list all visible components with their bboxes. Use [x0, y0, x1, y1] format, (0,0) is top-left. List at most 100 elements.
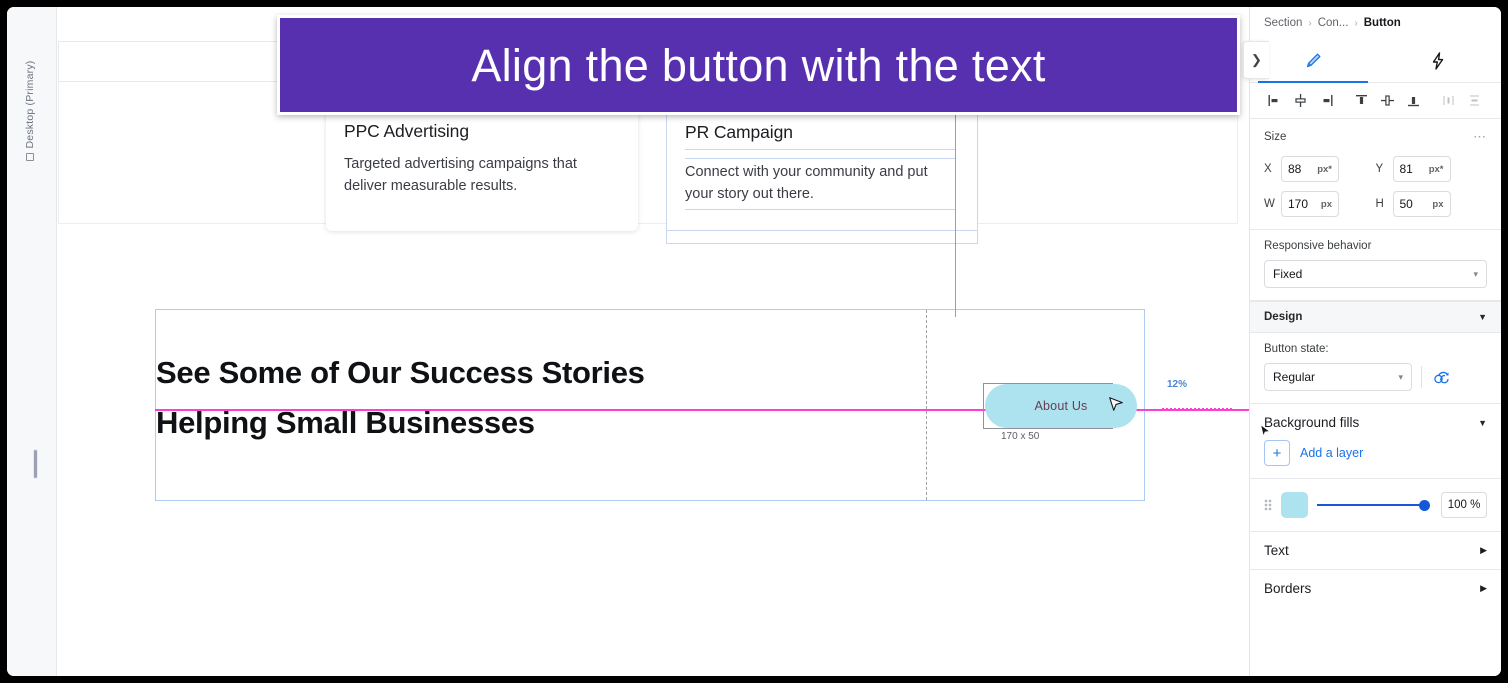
button-state-value: Regular [1273, 370, 1316, 384]
button-state-section: Button state: Regular ▾ [1250, 333, 1501, 404]
design-heading: Design [1264, 311, 1303, 323]
field-y-label: Y [1375, 163, 1384, 175]
instruction-banner-text: Align the button with the text [471, 39, 1046, 91]
hero-heading-line1: See Some of Our Success Stories [156, 355, 645, 390]
selection-dimensions-label: 170 x 50 [1001, 431, 1040, 442]
tab-interactions[interactable] [1376, 39, 1502, 82]
canvas-cursor-icon [1109, 397, 1123, 411]
chevron-down-icon: ▾ [1473, 268, 1478, 279]
align-top-icon[interactable] [1349, 88, 1374, 114]
instruction-banner: Align the button with the text [277, 15, 1240, 115]
device-label-text: Desktop (Primary) [24, 60, 36, 149]
distribute-vertical-icon[interactable] [1462, 88, 1487, 114]
design-section-header[interactable]: Design ▼ [1250, 301, 1501, 333]
opacity-slider-track [1317, 504, 1424, 506]
mouse-pointer-icon [1259, 423, 1272, 439]
size-overflow-menu-icon[interactable]: ⋯ [1473, 129, 1487, 145]
properties-panel: Section › Con... › Button Size ⋯ X 88 px… [1249, 7, 1501, 676]
size-fields: X 88 px* Y 81 px* W 170 px H 50 px [1264, 156, 1487, 217]
card-body: Connect with your community and put your… [685, 158, 955, 211]
align-center-horizontal-icon[interactable] [1288, 88, 1313, 114]
monitor-icon [26, 153, 34, 162]
h-value: 50 [1399, 197, 1413, 211]
hero-heading[interactable]: See Some of Our Success Stories Helping … [156, 348, 645, 448]
responsive-behavior-section: Responsive behavior Fixed ▾ [1250, 230, 1501, 301]
borders-section-label: Borders [1264, 581, 1312, 596]
fill-color-swatch[interactable] [1281, 492, 1308, 518]
alignment-guide-dotted [1162, 408, 1232, 410]
text-section-label: Text [1264, 543, 1289, 558]
text-section-row[interactable]: Text ▶ [1250, 531, 1501, 569]
card-title: PR Campaign [685, 122, 955, 150]
card-title: PPC Advertising [344, 121, 469, 141]
field-y: Y 81 px* [1376, 156, 1488, 182]
device-label: Desktop (Primary) [24, 41, 36, 181]
breadcrumb-item-button[interactable]: Button [1364, 17, 1401, 29]
align-left-icon[interactable] [1262, 88, 1287, 114]
paintbrush-icon [1306, 53, 1321, 67]
drag-grip-icon[interactable] [1264, 499, 1272, 511]
field-w-label: W [1264, 198, 1275, 210]
caret-down-icon: ▼ [1478, 417, 1487, 428]
opacity-slider-knob[interactable] [1419, 500, 1430, 511]
size-section: Size ⋯ X 88 px* Y 81 px* W 170 px H 50 p… [1250, 119, 1501, 230]
x-value: 88 [1288, 162, 1302, 176]
w-value: 170 [1288, 197, 1309, 211]
responsive-behavior-value: Fixed [1273, 267, 1303, 281]
x-input[interactable]: 88 px* [1281, 156, 1339, 182]
h-unit: px [1432, 198, 1444, 210]
caret-down-icon: ▼ [1478, 312, 1487, 322]
add-layer-label[interactable]: Add a layer [1300, 446, 1363, 460]
button-state-row: Regular ▾ [1264, 363, 1487, 391]
x-unit: px* [1317, 163, 1332, 175]
add-layer-button[interactable]: + [1264, 440, 1290, 466]
app-window: Desktop (Primary) PPC Advertising Target… [0, 0, 1508, 683]
distribute-horizontal-icon[interactable] [1436, 88, 1461, 114]
add-layer-row: + Add a layer [1250, 438, 1501, 479]
card-ghost-outline [666, 230, 978, 244]
align-right-icon[interactable] [1314, 88, 1339, 114]
chevron-right-icon: ❯ [1251, 52, 1262, 67]
plus-icon: + [1272, 444, 1282, 462]
align-middle-vertical-icon[interactable] [1375, 88, 1400, 114]
field-h-label: H [1375, 198, 1384, 210]
borders-section-row[interactable]: Borders ▶ [1250, 569, 1501, 607]
left-rail: Desktop (Primary) [7, 7, 57, 676]
h-input[interactable]: 50 px [1392, 191, 1451, 217]
opacity-slider[interactable] [1317, 497, 1432, 513]
responsive-behavior-label: Responsive behavior [1264, 240, 1372, 252]
zoom-percentage-badge: 12% [1167, 379, 1188, 390]
button-state-select[interactable]: Regular ▾ [1264, 363, 1412, 391]
panel-tabs [1250, 39, 1501, 83]
w-input[interactable]: 170 px [1281, 191, 1339, 217]
button-state-label: Button state: [1264, 343, 1329, 355]
field-h: H 50 px [1376, 191, 1488, 217]
caret-right-icon: ▶ [1480, 545, 1487, 555]
breadcrumb-separator-icon: › [1308, 17, 1312, 29]
breadcrumb-item-section[interactable]: Section [1264, 17, 1302, 29]
panel-collapse-button[interactable]: ❯ [1243, 41, 1269, 79]
fill-layer-row: 100 % [1250, 479, 1501, 531]
lightning-bolt-icon [1433, 51, 1444, 70]
reset-state-icon[interactable] [1431, 367, 1455, 387]
responsive-behavior-select[interactable]: Fixed ▾ [1264, 260, 1487, 288]
breadcrumb: Section › Con... › Button [1250, 7, 1501, 39]
opacity-input[interactable]: 100 % [1441, 492, 1487, 518]
alignment-toolbar [1250, 83, 1501, 119]
align-bottom-icon[interactable] [1401, 88, 1426, 114]
card-pr-campaign[interactable]: PR Campaign Connect with your community … [666, 99, 978, 244]
y-unit: px* [1428, 163, 1444, 175]
canvas-resize-handle-left[interactable] [33, 449, 38, 479]
about-us-button-label: About Us [1034, 399, 1088, 413]
field-x: X 88 px* [1264, 156, 1376, 182]
w-unit: px [1320, 198, 1332, 210]
y-value: 81 [1399, 162, 1413, 176]
breadcrumb-separator-icon: › [1354, 17, 1358, 29]
chevron-down-icon: ▾ [1398, 371, 1403, 382]
breadcrumb-item-container[interactable]: Con... [1318, 17, 1349, 29]
card-ppc-advertising[interactable]: PPC Advertising Targeted advertising cam… [326, 99, 638, 231]
caret-right-icon: ▶ [1480, 583, 1487, 593]
background-fills-header[interactable]: Background fills ▼ [1250, 404, 1501, 439]
field-w: W 170 px [1264, 191, 1376, 217]
y-input[interactable]: 81 px* [1392, 156, 1451, 182]
